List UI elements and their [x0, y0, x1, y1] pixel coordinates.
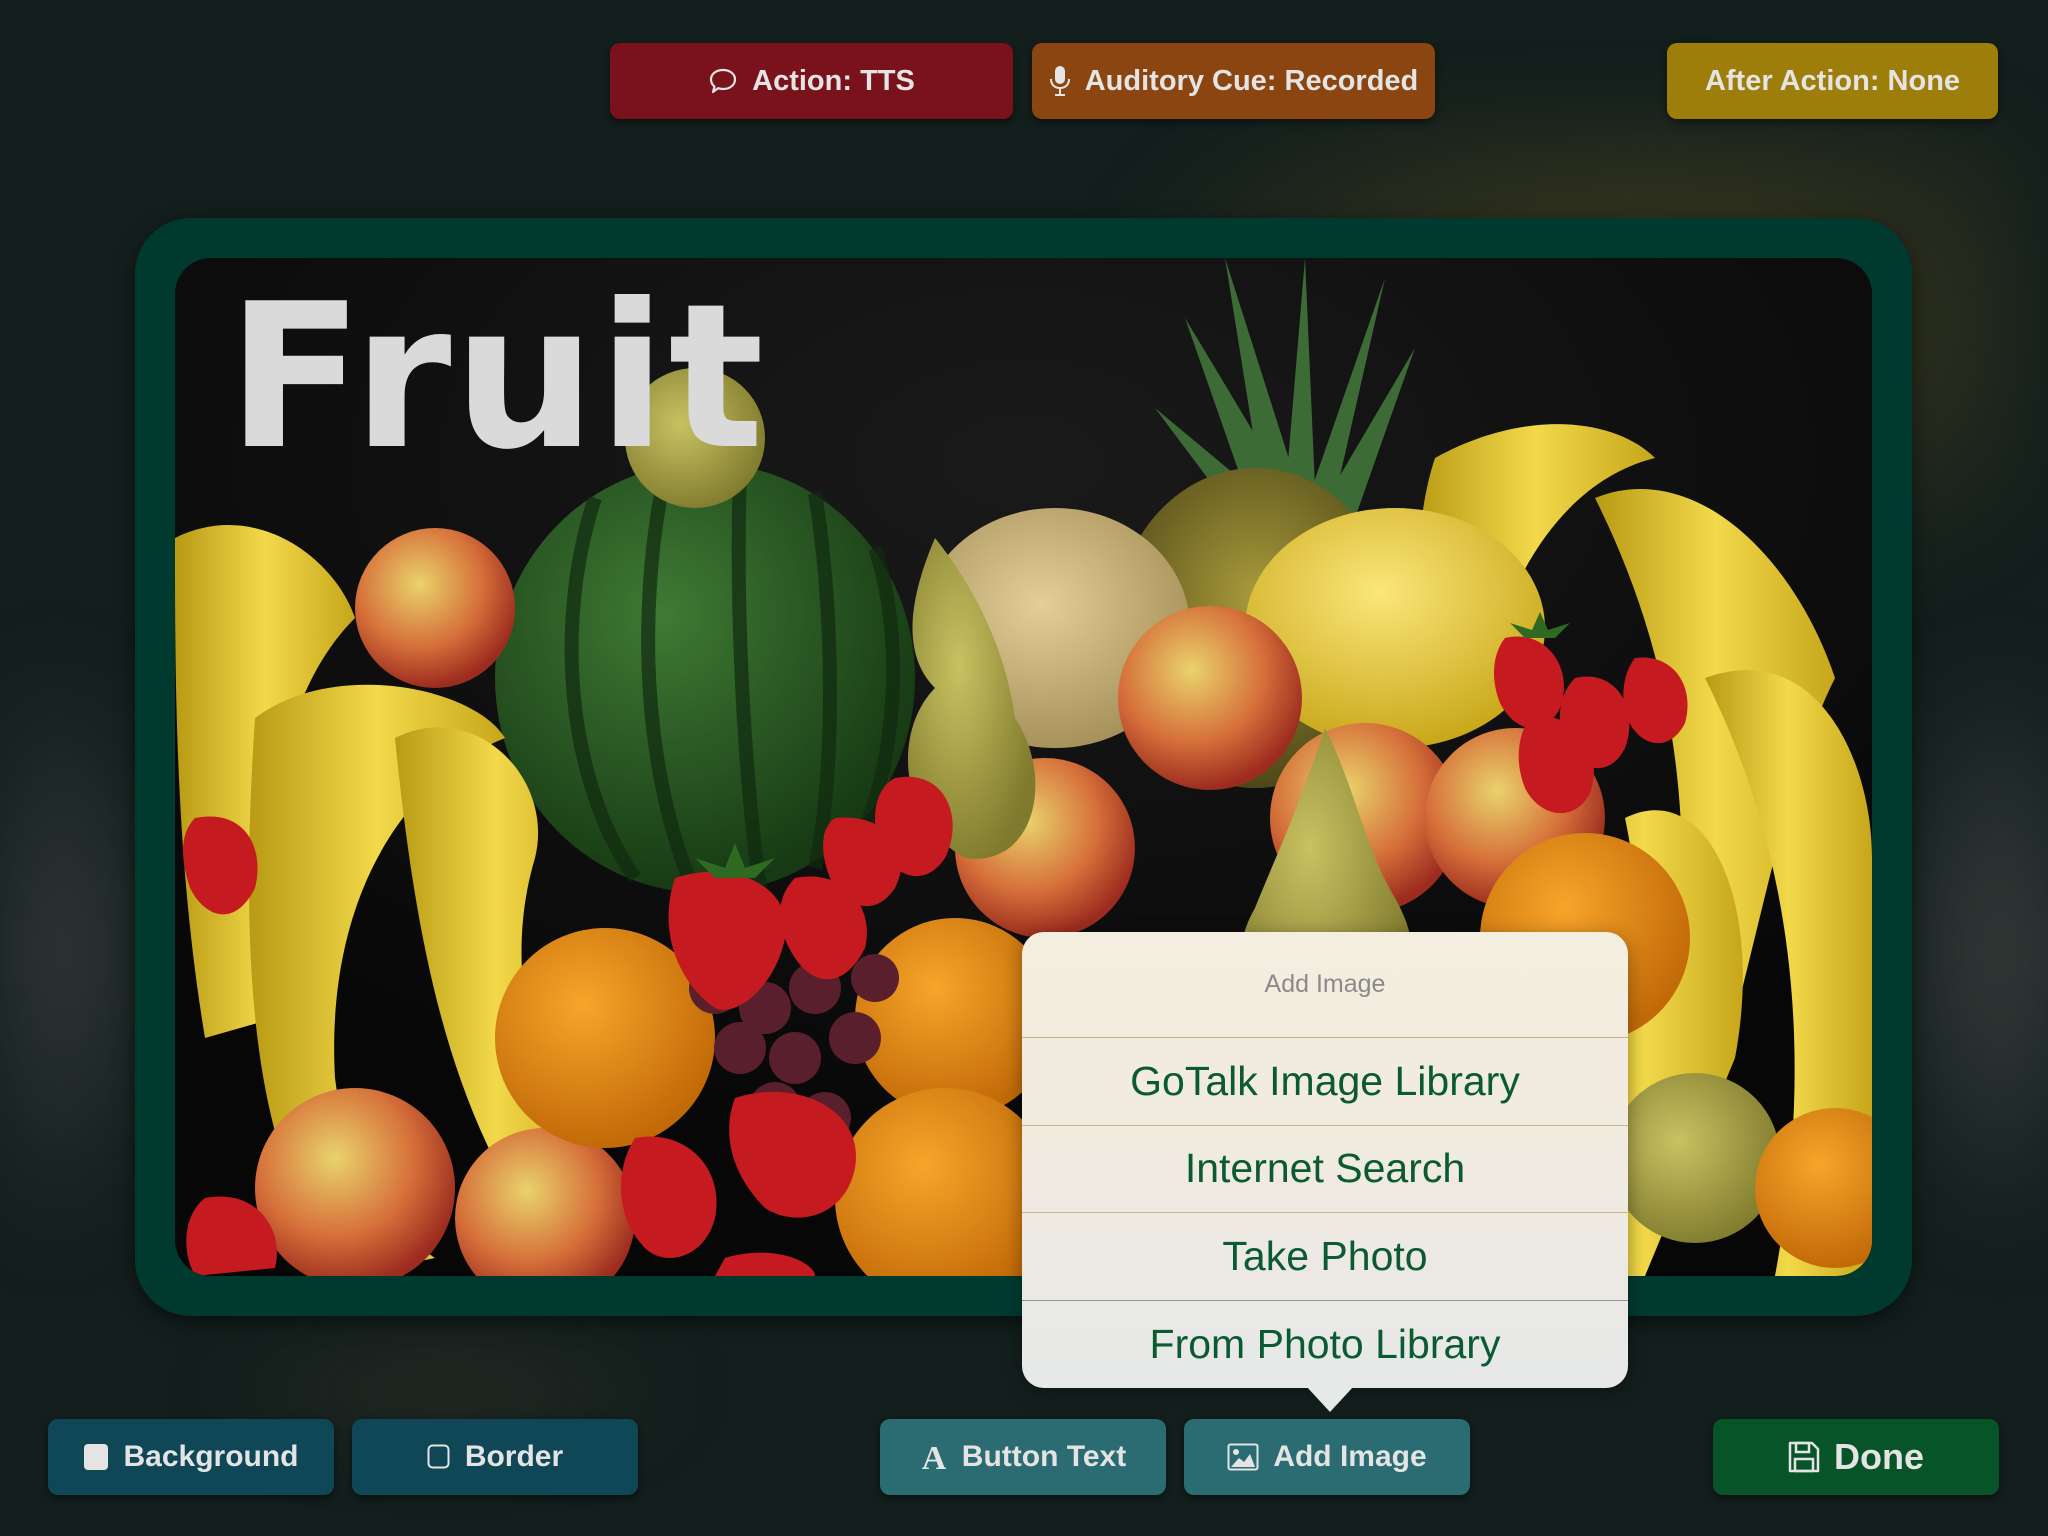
- popover-title: Add Image: [1022, 932, 1628, 1038]
- done-button[interactable]: Done: [1713, 1419, 1999, 1495]
- popover-item-internet-search[interactable]: Internet Search: [1022, 1126, 1628, 1213]
- background-button-label: Background: [123, 1440, 299, 1473]
- add-image-button-label: Add Image: [1273, 1440, 1427, 1473]
- svg-text:A: A: [922, 1442, 947, 1472]
- action-button[interactable]: Action: TTS: [610, 43, 1013, 119]
- filled-square-icon: [83, 1443, 109, 1471]
- microphone-icon: [1049, 65, 1071, 97]
- outline-square-icon: [427, 1444, 451, 1470]
- popover-item-take-photo[interactable]: Take Photo: [1022, 1213, 1628, 1301]
- floppy-disk-icon: [1788, 1441, 1820, 1473]
- popover-arrow: [1306, 1386, 1354, 1412]
- background-button[interactable]: Background: [48, 1419, 334, 1495]
- popover-item-from-photo-library[interactable]: From Photo Library: [1022, 1301, 1628, 1389]
- button-text-button-label: Button Text: [961, 1440, 1127, 1473]
- add-image-button[interactable]: Add Image: [1184, 1419, 1470, 1495]
- speech-bubble-icon: [708, 66, 738, 96]
- letter-a-icon: A: [920, 1442, 948, 1472]
- border-button-label: Border: [464, 1440, 564, 1473]
- image-icon: [1227, 1443, 1259, 1471]
- after-action-button-label: After Action: None: [1704, 64, 1961, 97]
- card-label: Fruit: [227, 261, 767, 494]
- action-button-label: Action: TTS: [752, 64, 915, 97]
- auditory-cue-button-label: Auditory Cue: Recorded: [1084, 64, 1419, 97]
- done-button-label: Done: [1834, 1436, 1924, 1477]
- add-image-popover: Add Image GoTalk Image Library Internet …: [1022, 932, 1628, 1388]
- popover-item-gotalk-image-library[interactable]: GoTalk Image Library: [1022, 1038, 1628, 1126]
- auditory-cue-button[interactable]: Auditory Cue: Recorded: [1032, 43, 1435, 119]
- border-button[interactable]: Border: [352, 1419, 638, 1495]
- after-action-button[interactable]: After Action: None: [1667, 43, 1998, 119]
- button-text-button[interactable]: A Button Text: [880, 1419, 1166, 1495]
